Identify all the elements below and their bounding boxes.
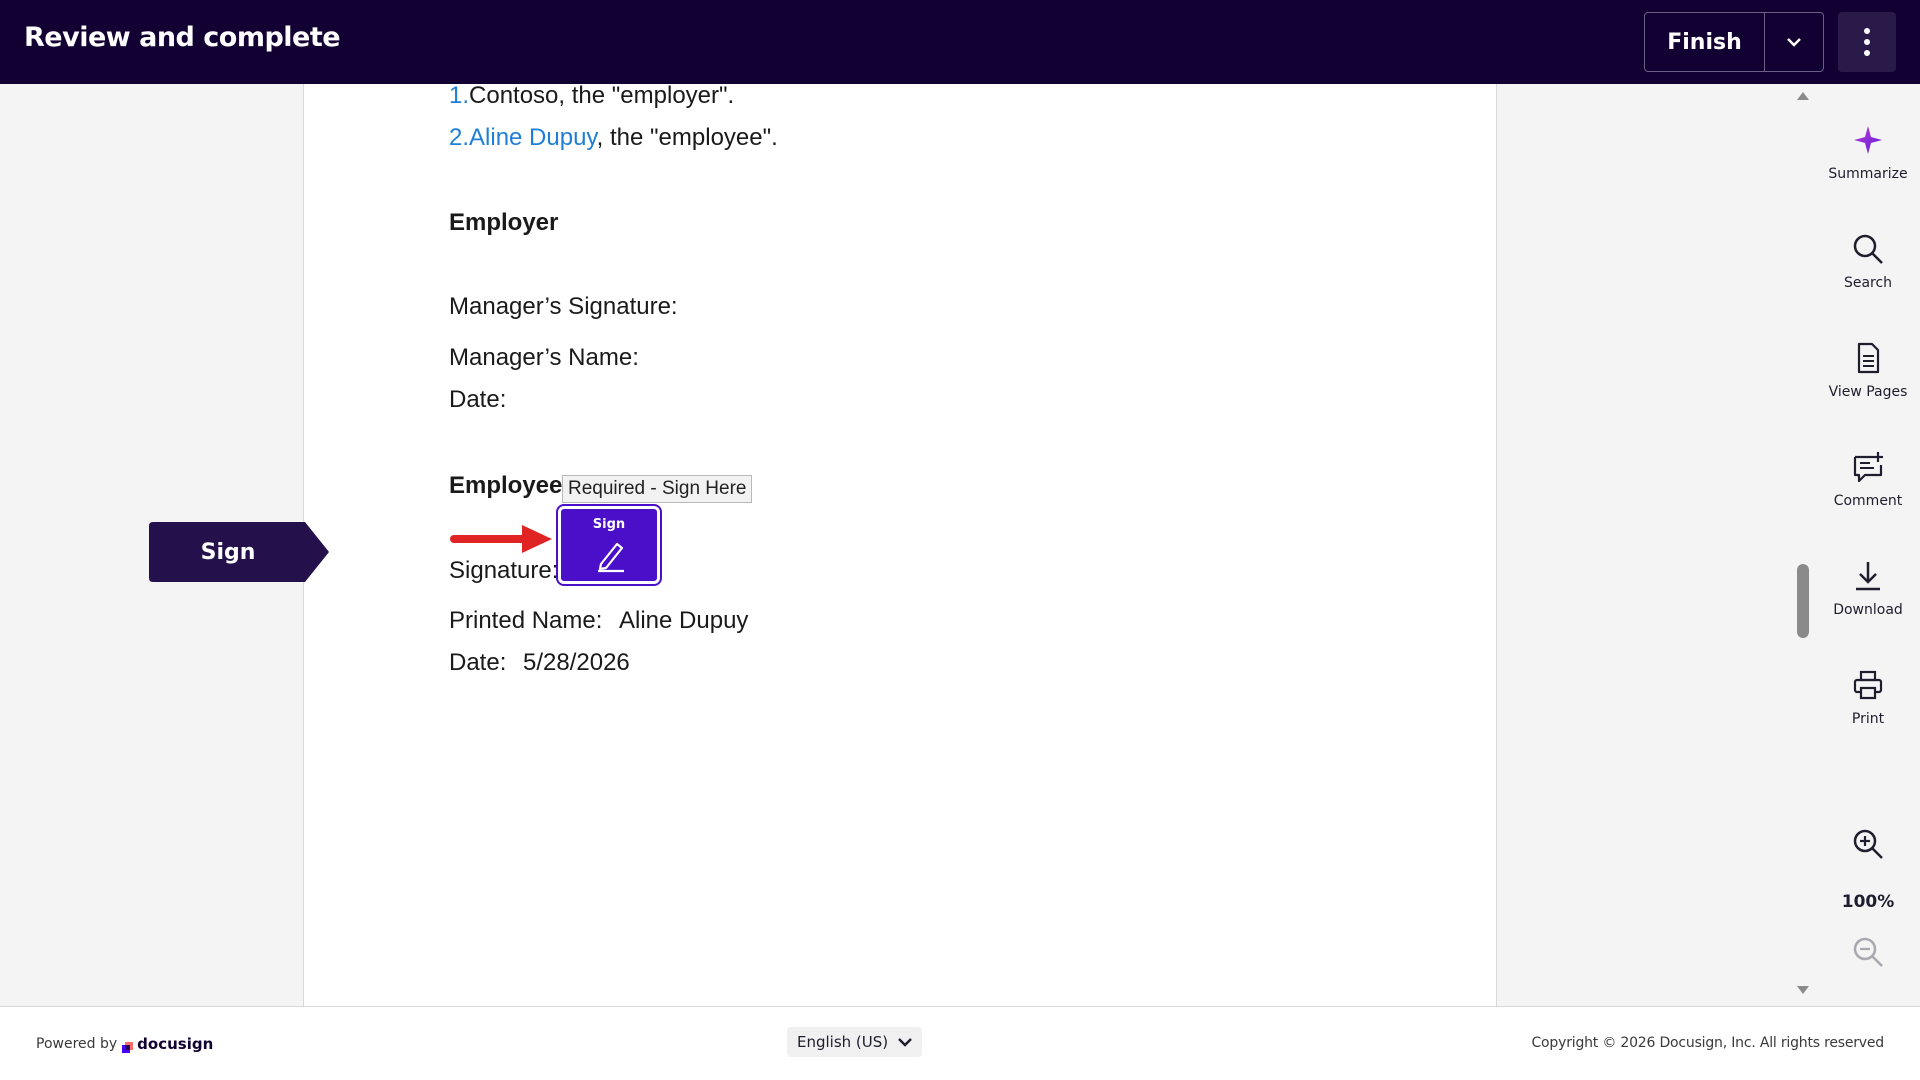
finish-options-button[interactable] bbox=[1765, 13, 1823, 71]
party-2-name: Aline Dupuy bbox=[469, 124, 597, 151]
zoom-level: 100% bbox=[1841, 892, 1895, 912]
sparkle-icon bbox=[1854, 126, 1882, 154]
page-title: Review and complete bbox=[24, 22, 341, 53]
party-2-suffix: , the "employee". bbox=[596, 124, 778, 151]
top-header: Review and complete Finish bbox=[0, 0, 1920, 84]
employee-heading: Employee bbox=[449, 472, 563, 499]
chevron-down-icon bbox=[1787, 38, 1801, 47]
copyright-text: Copyright © 2026 Docusign, Inc. All righ… bbox=[1531, 1035, 1884, 1051]
language-selector[interactable]: English (US) bbox=[787, 1027, 923, 1057]
docusign-logo[interactable]: docusign bbox=[122, 1035, 213, 1053]
chevron-down-icon bbox=[898, 1037, 912, 1047]
scrollbar[interactable] bbox=[1792, 84, 1816, 1006]
zoom-in-button[interactable] bbox=[1816, 828, 1920, 860]
manager-signature-label: Manager’s Signature: bbox=[449, 293, 678, 320]
powered-by: Powered by docusign bbox=[36, 1035, 213, 1053]
tool-comment[interactable]: Comment bbox=[1816, 451, 1920, 509]
printed-name-value: Aline Dupuy bbox=[619, 607, 749, 634]
language-label: English (US) bbox=[797, 1033, 889, 1051]
employee-date-value: 5/28/2026 bbox=[523, 649, 630, 676]
right-gutter bbox=[1498, 84, 1792, 1006]
tool-summarize[interactable]: Summarize bbox=[1816, 124, 1920, 182]
tool-download-label: Download bbox=[1833, 602, 1903, 618]
manager-name-label: Manager’s Name: bbox=[449, 344, 639, 371]
tool-search-label: Search bbox=[1843, 275, 1893, 291]
party-1: 1.Contoso, the "employer". bbox=[449, 82, 734, 110]
finish-button[interactable]: Finish bbox=[1645, 13, 1765, 71]
party-1-name: Contoso bbox=[469, 82, 559, 109]
arrow-right-icon bbox=[450, 525, 552, 553]
docusign-logo-icon bbox=[122, 1039, 134, 1053]
docusign-brand-text: docusign bbox=[137, 1035, 214, 1053]
finish-button-group: Finish bbox=[1644, 12, 1824, 72]
employee-date-label: Date: bbox=[449, 649, 507, 676]
document-icon bbox=[1857, 342, 1880, 374]
zoom-in-icon bbox=[1853, 829, 1883, 859]
tool-download[interactable]: Download bbox=[1816, 560, 1920, 618]
party-2-number: 2. bbox=[449, 124, 470, 151]
tool-print[interactable]: Print bbox=[1816, 669, 1920, 727]
printed-name-label: Printed Name: bbox=[449, 607, 603, 634]
comment-add-icon bbox=[1853, 452, 1883, 483]
tool-summarize-label: Summarize bbox=[1828, 166, 1908, 182]
sign-field-label: Sign bbox=[592, 517, 626, 532]
employer-date-label: Date: bbox=[449, 386, 507, 413]
pen-icon bbox=[598, 542, 624, 573]
powered-by-label: Powered by bbox=[36, 1036, 118, 1052]
sign-navigation-flag[interactable]: Sign bbox=[149, 522, 329, 582]
party-1-number: 1. bbox=[449, 82, 470, 109]
scrollbar-thumb[interactable] bbox=[1797, 564, 1809, 638]
signature-label: Signature: bbox=[449, 557, 559, 584]
party-2: 2.Aline Dupuy, the "employee". bbox=[449, 124, 778, 152]
download-icon bbox=[1856, 562, 1880, 591]
tool-search[interactable]: Search bbox=[1816, 233, 1920, 291]
sign-here-field[interactable]: Sign bbox=[556, 504, 662, 586]
employer-heading: Employer bbox=[449, 209, 559, 236]
more-options-button[interactable] bbox=[1838, 12, 1896, 72]
tool-view-pages-label: View Pages bbox=[1828, 384, 1908, 400]
zoom-out-button[interactable] bbox=[1816, 936, 1920, 968]
party-1-suffix: , the "employer". bbox=[558, 82, 735, 109]
footer: Powered by docusign English (US) Copyrig… bbox=[0, 1006, 1920, 1080]
printer-icon bbox=[1853, 670, 1883, 700]
tool-view-pages[interactable]: View Pages bbox=[1816, 342, 1920, 400]
tool-comment-label: Comment bbox=[1833, 493, 1903, 509]
sign-flag-label: Sign bbox=[200, 539, 256, 565]
vertical-dots-icon bbox=[1864, 28, 1870, 56]
tool-print-label: Print bbox=[1851, 711, 1885, 727]
sign-field-tooltip: Required - Sign Here bbox=[562, 475, 753, 503]
zoom-out-icon bbox=[1853, 937, 1883, 967]
search-icon bbox=[1853, 234, 1883, 264]
scroll-up-arrow[interactable] bbox=[1797, 92, 1809, 100]
scroll-down-arrow[interactable] bbox=[1797, 986, 1809, 994]
